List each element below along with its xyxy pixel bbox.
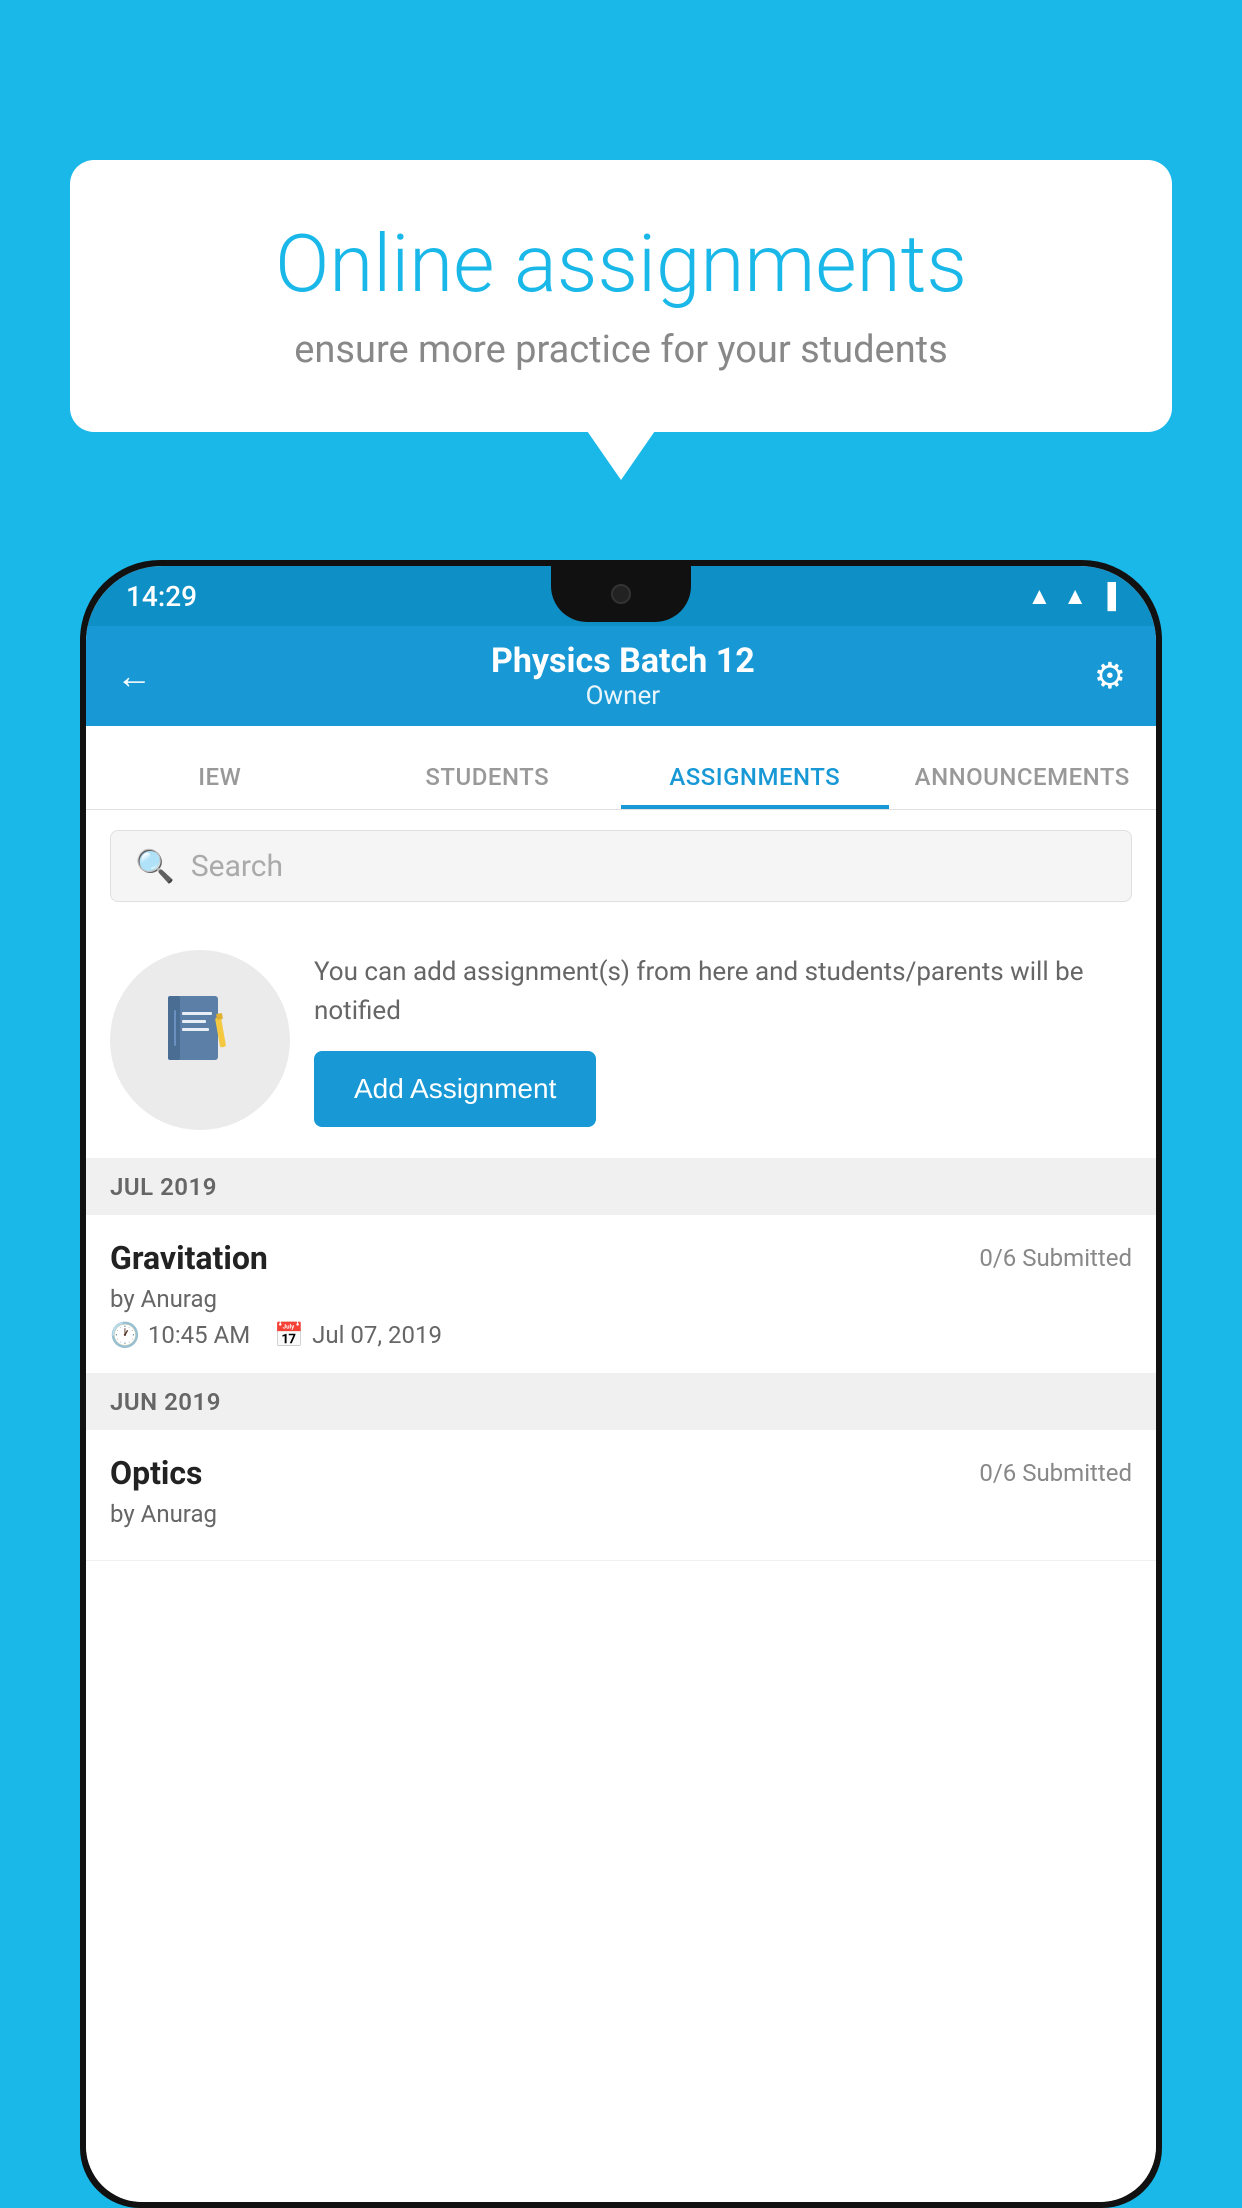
battery-icon: ▐ xyxy=(1099,582,1116,611)
promo-section: You can add assignment(s) from here and … xyxy=(86,922,1156,1159)
add-assignment-button[interactable]: Add Assignment xyxy=(314,1051,596,1127)
promo-text: You can add assignment(s) from here and … xyxy=(314,953,1132,1031)
assignment-time-gravitation: 10:45 AM xyxy=(148,1321,250,1349)
app-bar-title: Physics Batch 12 xyxy=(491,641,755,681)
notch-camera xyxy=(611,584,631,604)
phone-screen: 14:29 ▲ ▲ ▐ ← Physics Batch 12 Owner ⚙ xyxy=(86,566,1156,2202)
app-bar-title-container: Physics Batch 12 Owner xyxy=(491,641,755,711)
promo-icon-wrap xyxy=(110,950,290,1130)
speech-bubble-subtitle: ensure more practice for your students xyxy=(140,328,1102,372)
section-header-jul: JUL 2019 xyxy=(86,1159,1156,1215)
phone-frame: 14:29 ▲ ▲ ▐ ← Physics Batch 12 Owner ⚙ xyxy=(80,560,1162,2208)
tab-item-assignments[interactable]: ASSIGNMENTS xyxy=(621,763,889,809)
assignment-item-gravitation[interactable]: Gravitation 0/6 Submitted by Anurag 🕐 10… xyxy=(86,1215,1156,1374)
settings-icon[interactable]: ⚙ xyxy=(1094,655,1126,697)
tab-item-iew[interactable]: IEW xyxy=(86,763,354,809)
tab-item-announcements[interactable]: ANNOUNCEMENTS xyxy=(889,763,1157,809)
signal-icon: ▲ xyxy=(1063,582,1087,611)
calendar-icon: 📅 xyxy=(274,1321,304,1349)
assignment-meta-gravitation: 🕐 10:45 AM 📅 Jul 07, 2019 xyxy=(110,1321,1132,1349)
speech-bubble: Online assignments ensure more practice … xyxy=(70,160,1172,432)
app-bar-subtitle: Owner xyxy=(491,681,755,711)
search-placeholder-text: Search xyxy=(191,849,283,884)
phone-inner: 14:29 ▲ ▲ ▐ ← Physics Batch 12 Owner ⚙ xyxy=(86,566,1156,2202)
speech-bubble-title: Online assignments xyxy=(140,220,1102,308)
tab-item-students[interactable]: STUDENTS xyxy=(354,763,622,809)
status-bar: 14:29 ▲ ▲ ▐ xyxy=(86,566,1156,626)
assignment-name-optics: Optics xyxy=(110,1454,202,1492)
search-bar[interactable]: 🔍 Search xyxy=(110,830,1132,902)
assignment-row1-optics: Optics 0/6 Submitted xyxy=(110,1454,1132,1492)
status-bar-time: 14:29 xyxy=(126,580,197,613)
tab-bar: IEW STUDENTS ASSIGNMENTS ANNOUNCEMENTS xyxy=(86,726,1156,810)
assignment-submitted-optics: 0/6 Submitted xyxy=(979,1459,1132,1487)
assignment-item-optics[interactable]: Optics 0/6 Submitted by Anurag xyxy=(86,1430,1156,1561)
notebook-icon xyxy=(160,990,240,1090)
assignment-submitted-gravitation: 0/6 Submitted xyxy=(979,1244,1132,1272)
meta-time-gravitation: 🕐 10:45 AM xyxy=(110,1321,250,1349)
assignment-name-gravitation: Gravitation xyxy=(110,1239,268,1277)
clock-icon: 🕐 xyxy=(110,1321,140,1349)
wifi-icon: ▲ xyxy=(1027,582,1051,611)
notch xyxy=(551,566,691,622)
scrollable-content: 🔍 Search xyxy=(86,810,1156,2202)
status-bar-icons: ▲ ▲ ▐ xyxy=(1027,582,1116,611)
assignment-date-gravitation: Jul 07, 2019 xyxy=(312,1321,442,1349)
assignment-by-optics: by Anurag xyxy=(110,1500,1132,1528)
search-icon: 🔍 xyxy=(135,847,175,885)
promo-right: You can add assignment(s) from here and … xyxy=(314,953,1132,1127)
app-bar: ← Physics Batch 12 Owner ⚙ xyxy=(86,626,1156,726)
section-header-jun: JUN 2019 xyxy=(86,1374,1156,1430)
back-button[interactable]: ← xyxy=(116,655,152,697)
search-container: 🔍 Search xyxy=(86,810,1156,922)
speech-bubble-container: Online assignments ensure more practice … xyxy=(70,160,1172,432)
assignment-by-gravitation: by Anurag xyxy=(110,1285,1132,1313)
assignment-row1-gravitation: Gravitation 0/6 Submitted xyxy=(110,1239,1132,1277)
meta-date-gravitation: 📅 Jul 07, 2019 xyxy=(274,1321,442,1349)
